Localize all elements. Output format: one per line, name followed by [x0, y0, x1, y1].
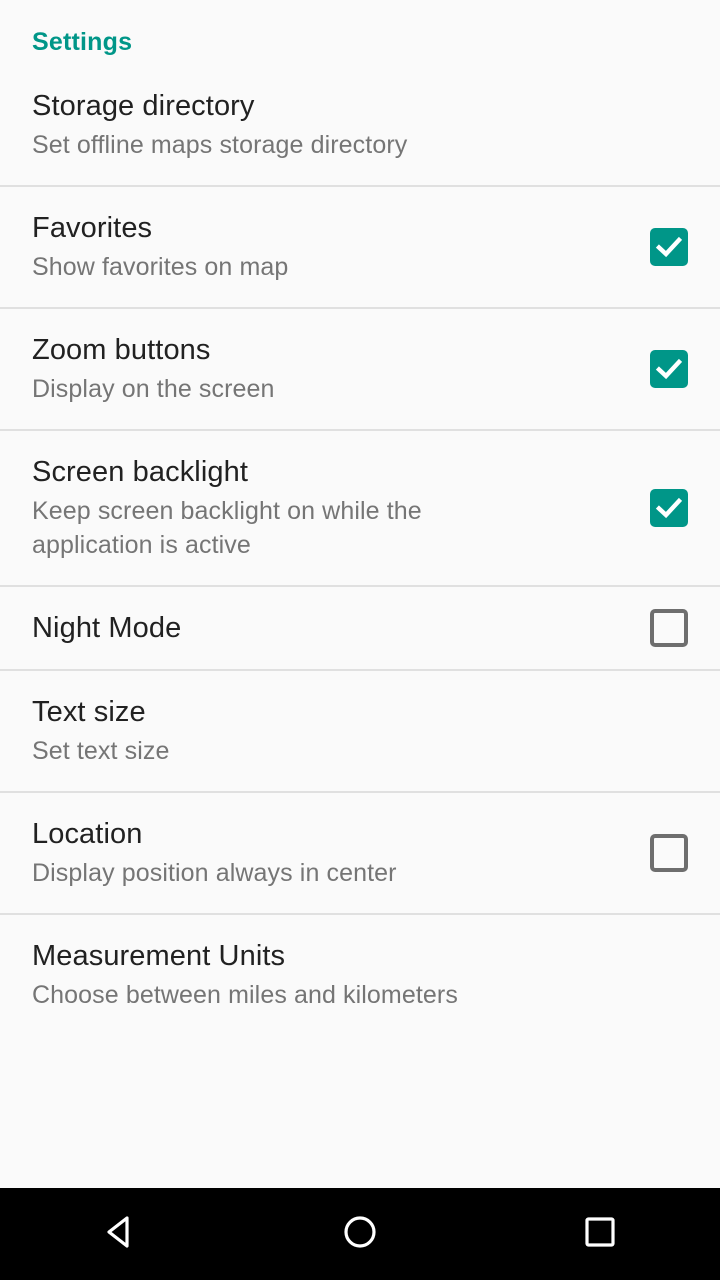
preference-title-screen-backlight: Screen backlight: [32, 456, 248, 489]
back-triangle-icon: [97, 1209, 143, 1260]
checkbox-unchecked-icon-location[interactable]: [650, 834, 688, 873]
preference-title-favorites: Favorites: [32, 212, 153, 245]
checkbox-unchecked-icon-night-mode[interactable]: [650, 608, 688, 647]
preference-text-screen-backlight: Screen backlight Keep screen backlight on…: [32, 431, 626, 585]
android-navigation-bar: [0, 1188, 720, 1280]
preference-title-measurement-units: Measurement Units: [32, 940, 286, 973]
nav-back-button[interactable]: [30, 1188, 210, 1280]
preference-text-storage-directory: Storage directory Set offline maps storag…: [32, 65, 626, 185]
preference-list[interactable]: Settings Storage directory Set offline ma…: [0, 0, 720, 1188]
preference-row-zoom-buttons[interactable]: Zoom buttons Display on the screen: [0, 307, 720, 430]
preference-widget-location[interactable]: [650, 834, 688, 873]
checkbox-checked-icon-favorites[interactable]: [650, 228, 688, 267]
preference-summary-screen-backlight: Keep screen backlight on while the appli…: [32, 497, 422, 560]
nav-recents-button[interactable]: [510, 1188, 690, 1280]
preference-row-location[interactable]: Location Display position always in cente…: [0, 791, 720, 914]
checkbox-checked-icon-zoom-buttons[interactable]: [650, 350, 688, 389]
home-circle-icon: [337, 1209, 383, 1260]
preference-title-storage-directory: Storage directory: [32, 90, 255, 122]
checkbox-checked-icon-screen-backlight[interactable]: [650, 488, 688, 527]
preference-row-measurement-units[interactable]: Measurement Units Choose between miles an…: [0, 913, 720, 1036]
preference-text-measurement-units: Measurement Units Choose between miles an…: [32, 915, 626, 1035]
preference-widget-night-mode[interactable]: [650, 608, 688, 647]
preference-title-night-mode: Night Mode: [32, 611, 182, 644]
preference-summary-measurement-units: Choose between miles and kilometers: [32, 981, 458, 1010]
settings-category-header: Settings: [32, 28, 133, 56]
preference-summary-favorites: Show favorites on map: [32, 253, 289, 282]
preference-row-screen-backlight[interactable]: Screen backlight Keep screen backlight on…: [0, 429, 720, 585]
preference-row-storage-directory[interactable]: Storage directory Set offline maps storag…: [0, 65, 720, 186]
preference-text-text-size: Text size Set text size: [32, 671, 626, 791]
preference-row-night-mode[interactable]: Night Mode: [0, 584, 720, 670]
preference-summary-storage-directory: Set offline maps storage directory: [32, 131, 408, 160]
preference-text-favorites: Favorites Show favorites on map: [32, 187, 626, 307]
preference-title-text-size: Text size: [32, 696, 146, 729]
settings-screen: Settings Storage directory Set offline ma…: [0, 0, 720, 1280]
preference-text-zoom-buttons: Zoom buttons Display on the screen: [32, 309, 626, 429]
preference-row-text-size[interactable]: Text size Set text size: [0, 669, 720, 792]
preference-row-favorites[interactable]: Favorites Show favorites on map: [0, 185, 720, 308]
preference-title-location: Location: [32, 818, 143, 851]
nav-home-button[interactable]: [270, 1188, 450, 1280]
preference-summary-zoom-buttons: Display on the screen: [32, 375, 275, 404]
preference-text-night-mode: Night Mode: [32, 587, 626, 669]
preference-widget-favorites[interactable]: [650, 228, 688, 267]
preference-text-location: Location Display position always in cente…: [32, 793, 626, 913]
preference-widget-screen-backlight[interactable]: [650, 488, 688, 527]
preference-summary-text-size: Set text size: [32, 737, 170, 766]
recents-square-icon: [577, 1209, 623, 1260]
preference-widget-zoom-buttons[interactable]: [650, 350, 688, 389]
preference-summary-location: Display position always in center: [32, 859, 397, 888]
preference-title-zoom-buttons: Zoom buttons: [32, 334, 211, 367]
